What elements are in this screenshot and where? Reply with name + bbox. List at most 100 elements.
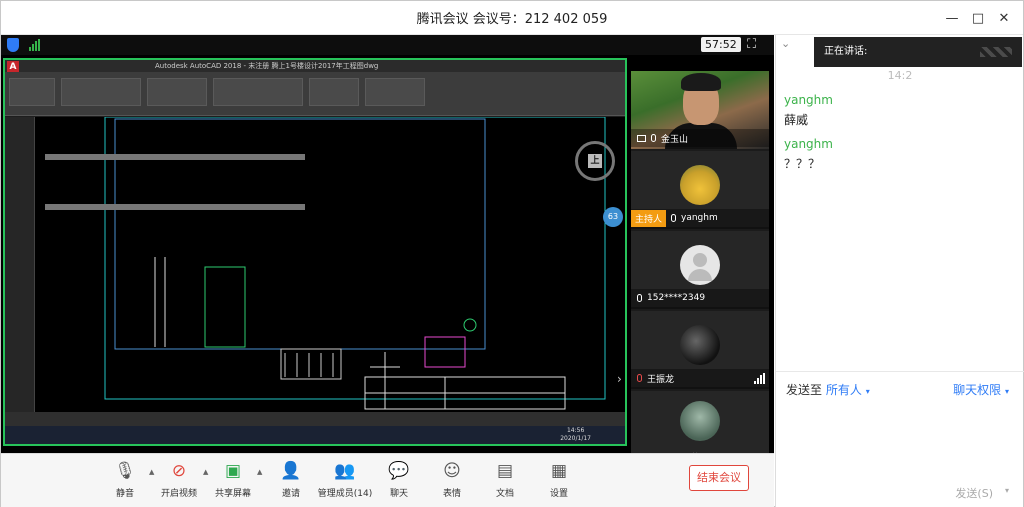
share-screen-button[interactable]: ▣ 共享屏幕 — [203, 460, 263, 499]
emoji-button[interactable]: ☺ 表情 — [422, 460, 482, 499]
send-options-caret-icon[interactable]: ▾ — [1005, 486, 1009, 495]
microphone-icon: 🎙 — [114, 461, 136, 481]
participant-tile[interactable] — [631, 391, 769, 453]
chat-panel: 正在讲话: 14:2 yanghm 薛威 yanghm ？？？ 发送至 所有人 … — [775, 35, 1024, 507]
chat-permission-label: 聊天权限 — [953, 383, 1002, 397]
screen-share-icon — [637, 134, 646, 142]
avatar — [680, 401, 720, 441]
collapse-chevron-icon[interactable]: ⌄ — [781, 37, 790, 50]
grid-settings-icon: ▦ — [550, 461, 568, 481]
clock-time: 14:56 — [566, 427, 585, 434]
members-icon: 👥 — [334, 461, 356, 481]
avatar — [680, 245, 720, 285]
share-screen-icon: ▣ — [224, 461, 242, 481]
meeting-toolbar: 🎙 静音 ▲ ⊘ 开启视频 ▲ ▣ 共享屏幕 ▲ 👤 邀请 👥 管理成员(14)… — [1, 453, 774, 507]
title-bar: 腾讯会议 会议号：212 402 059 — □ ✕ — [1, 1, 1023, 35]
cad-status-bar — [5, 412, 625, 426]
speaking-label: 正在讲话: — [824, 46, 868, 57]
network-signal-icon[interactable] — [29, 39, 40, 51]
participant-tile[interactable]: 王振龙 — [631, 311, 769, 389]
participant-tile[interactable]: 152****2349 — [631, 231, 769, 309]
participant-name: 王振龙 — [647, 374, 675, 385]
settings-button[interactable]: ▦ 设置 — [529, 460, 589, 499]
security-shield-icon[interactable] — [7, 38, 19, 52]
meeting-window: 腾讯会议 会议号：212 402 059 — □ ✕ 57:52 ⛶ Autod… — [0, 0, 1024, 507]
close-icon[interactable]: ✕ — [991, 11, 1017, 26]
chat-permission-selector[interactable]: 聊天权限 ▾ — [953, 381, 1009, 398]
video-status-bar: 57:52 ⛶ — [1, 35, 774, 55]
cad-drawing-canvas: 上 63 › — [5, 117, 625, 415]
message-text: 薛威 — [784, 113, 809, 127]
volume-level-icon — [754, 373, 765, 384]
speaking-indicator: 正在讲话: — [814, 37, 1022, 67]
send-to-label: 发送至 — [786, 383, 823, 397]
host-badge: 主持人 — [631, 209, 667, 227]
send-to-selector[interactable]: 发送至 所有人 ▾ — [786, 381, 870, 398]
maximize-icon[interactable]: □ — [965, 11, 991, 26]
chat-label: 聊天 — [389, 489, 408, 499]
documents-label: 文档 — [495, 489, 514, 499]
mic-icon — [651, 134, 656, 142]
share-screen-label: 共享屏幕 — [214, 489, 251, 499]
fullscreen-icon[interactable]: ⛶ — [747, 37, 756, 52]
clock-date: 2020/1/17 — [560, 435, 591, 442]
emoji-label: 表情 — [442, 489, 461, 499]
participant-name: yanghm — [681, 213, 718, 223]
caret-down-icon: ▾ — [1004, 387, 1009, 396]
mute-button[interactable]: 🎙 静音 — [95, 460, 155, 499]
video-label: 开启视频 — [160, 489, 197, 499]
window-controls: — □ ✕ — [939, 1, 1017, 35]
message-sender: yanghm — [784, 137, 833, 151]
send-button[interactable]: 发送(S) — [955, 485, 993, 501]
document-icon: ▤ — [496, 461, 514, 481]
video-off-icon: ⊘ — [171, 461, 187, 481]
speaking-wave-icon — [980, 47, 1012, 57]
participant-tile[interactable]: 金玉山 — [631, 71, 769, 149]
end-meeting-button[interactable]: 结束会议 — [689, 465, 749, 491]
shared-screen: Autodesk AutoCAD 2018 - 末注册 腾上1号楼设计2017年… — [3, 58, 627, 446]
cad-window-title: Autodesk AutoCAD 2018 - 末注册 腾上1号楼设计2017年… — [5, 60, 625, 72]
participant-list: 金玉山 主持人 yanghm 152****2349 王振龙 — [631, 71, 769, 453]
participant-name-bar: 金玉山 — [631, 129, 769, 147]
send-to-target[interactable]: 所有人 — [826, 383, 862, 397]
mic-icon — [637, 374, 642, 382]
windows-taskbar: 14:56 2020/1/17 — [5, 426, 625, 444]
minimize-icon[interactable]: — — [939, 11, 965, 26]
participant-name-bar: 152****2349 — [631, 289, 769, 307]
participant-name: 152****2349 — [647, 293, 706, 303]
participant-name-bar: 主持人 yanghm — [631, 209, 769, 227]
view-cube-top-label: 上 — [588, 154, 602, 168]
manage-members-button[interactable]: 👥 管理成员(14) — [315, 460, 375, 499]
zoom-percent-badge: 63 — [603, 207, 623, 227]
cad-ribbon — [5, 72, 625, 116]
mute-label: 静音 — [115, 489, 134, 499]
settings-label: 设置 — [549, 489, 568, 499]
view-cube-icon[interactable]: 上 — [575, 141, 615, 181]
chevron-right-icon[interactable]: › — [617, 372, 622, 386]
message-sender: yanghm — [784, 93, 833, 107]
documents-button[interactable]: ▤ 文档 — [475, 460, 535, 499]
message-text: ？？？ — [784, 157, 821, 171]
mic-icon — [637, 294, 642, 302]
invite-button[interactable]: 👤 邀请 — [261, 460, 321, 499]
add-user-icon: 👤 — [280, 461, 302, 481]
video-button[interactable]: ⊘ 开启视频 — [149, 460, 209, 499]
participant-tile[interactable]: 主持人 yanghm — [631, 151, 769, 229]
caret-down-icon[interactable]: ▾ — [866, 387, 870, 396]
chat-button[interactable]: 💬 聊天 — [369, 460, 429, 499]
chat-timestamp: 14:2 — [887, 69, 913, 82]
mic-icon — [671, 214, 677, 222]
cad-drawing — [45, 117, 606, 410]
invite-label: 邀请 — [281, 489, 300, 499]
taskbar-clock: 14:56 2020/1/17 — [560, 427, 591, 443]
window-title: 腾讯会议 会议号：212 402 059 — [416, 12, 608, 27]
chat-bubble-icon: 💬 — [388, 461, 410, 481]
participant-name: 金玉山 — [661, 134, 689, 145]
avatar — [680, 325, 720, 365]
meeting-timer: 57:52 — [701, 37, 741, 52]
smiley-icon: ☺ — [443, 461, 461, 481]
participant-name-bar: 王振龙 — [631, 369, 769, 387]
chat-divider — [776, 371, 1024, 372]
manage-members-label: 管理成员(14) — [317, 489, 373, 499]
avatar — [680, 165, 720, 205]
